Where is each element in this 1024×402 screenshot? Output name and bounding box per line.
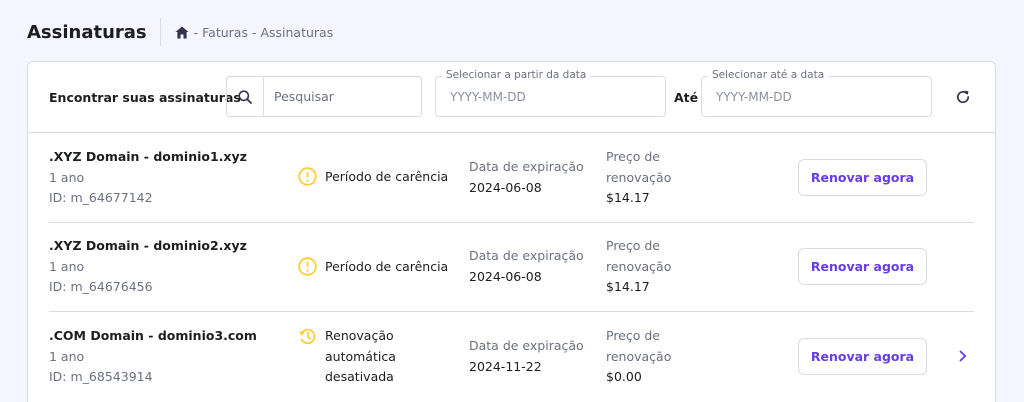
status-line: automática	[325, 348, 396, 364]
subscription-row: .XYZ Domain - dominio1.xyz 1 ano ID: m_6…	[49, 133, 974, 223]
domain-cell: .XYZ Domain - dominio2.xyz 1 ano ID: m_6…	[49, 236, 247, 298]
expiration-label: Data de expiração	[469, 159, 584, 174]
breadcrumb-assinaturas: - Assinaturas	[251, 24, 334, 40]
price-cell: Preço de renovação $0.00	[606, 326, 671, 388]
domain-id: ID: m_64676456	[49, 279, 153, 294]
header-divider	[159, 18, 161, 46]
breadcrumb: - Faturas - Assinaturas	[175, 24, 334, 40]
renew-button[interactable]: Renovar agora	[798, 159, 927, 196]
date-from-label: Selecionar a partir da data	[442, 69, 591, 81]
price-label: Preço de	[606, 328, 660, 343]
expiration-cell: Data de expiração 2024-06-08	[469, 246, 584, 287]
date-to-field[interactable]: Selecionar até a data	[701, 69, 932, 117]
filter-label: Encontrar suas assinaturas	[49, 90, 241, 105]
subscription-row: .COM Domain - dominio3.com 1 ano ID: m_6…	[49, 312, 974, 402]
filter-bar: Encontrar suas assinaturas Selecionar a …	[28, 62, 995, 133]
domain-name: .COM Domain - dominio3.com	[49, 328, 257, 343]
expiration-date: 2024-11-22	[469, 358, 542, 374]
domain-period: 1 ano	[49, 258, 85, 274]
renew-button[interactable]: Renovar agora	[798, 338, 927, 375]
status-cell: Período de carência	[298, 167, 448, 188]
status-line: desativada	[325, 369, 394, 384]
domain-name: .XYZ Domain - dominio2.xyz	[49, 238, 247, 253]
history-icon	[299, 328, 316, 345]
renew-button[interactable]: Renovar agora	[798, 248, 927, 285]
status-text: Período de carência	[325, 169, 449, 184]
expiration-date: 2024-06-08	[469, 179, 542, 195]
domain-id: ID: m_68543914	[49, 369, 153, 384]
price-label-2: renovação	[606, 169, 672, 185]
status-cell: Período de carência	[298, 257, 448, 278]
price-label: Preço de	[606, 149, 660, 164]
expiration-cell: Data de expiração 2024-06-08	[469, 157, 584, 198]
price-value: $14.17	[606, 190, 650, 205]
chevron-right-icon[interactable]	[955, 346, 971, 366]
price-value: $0.00	[606, 369, 642, 384]
refresh-icon[interactable]	[952, 86, 974, 108]
price-label-2: renovação	[606, 258, 672, 274]
domain-period: 1 ano	[49, 169, 85, 185]
warning-circle-icon	[298, 257, 317, 276]
search-input[interactable]	[264, 77, 414, 116]
warning-circle-icon	[298, 167, 317, 186]
expiration-date: 2024-06-08	[469, 268, 542, 284]
subscription-row: .XYZ Domain - dominio2.xyz 1 ano ID: m_6…	[49, 222, 974, 312]
search-box[interactable]	[226, 76, 422, 117]
date-to-input[interactable]	[702, 77, 931, 116]
search-icon	[227, 77, 264, 116]
home-icon[interactable]	[175, 26, 189, 39]
expiration-cell: Data de expiração 2024-11-22	[469, 336, 584, 377]
price-label: Preço de	[606, 238, 660, 253]
price-label-2: renovação	[606, 348, 672, 364]
date-from-input[interactable]	[436, 77, 665, 116]
page-title: Assinaturas	[27, 21, 147, 43]
price-cell: Preço de renovação $14.17	[606, 147, 671, 209]
status-text: Período de carência	[325, 259, 449, 274]
expiration-label: Data de expiração	[469, 248, 584, 263]
status-cell: Renovação automática desativada	[298, 326, 396, 388]
expiration-label: Data de expiração	[469, 338, 584, 353]
status-text: Renovação automática desativada	[325, 326, 396, 388]
date-from-field[interactable]: Selecionar a partir da data	[435, 69, 666, 117]
until-label: Até	[674, 90, 699, 105]
status-line: Renovação	[325, 328, 394, 343]
price-value: $14.17	[606, 279, 650, 294]
domain-name: .XYZ Domain - dominio1.xyz	[49, 149, 247, 164]
domain-cell: .COM Domain - dominio3.com 1 ano ID: m_6…	[49, 326, 257, 388]
date-to-label: Selecionar até a data	[708, 69, 829, 81]
domain-id: ID: m_64677142	[49, 190, 153, 205]
breadcrumb-faturas[interactable]: - Faturas	[194, 25, 248, 40]
domain-cell: .XYZ Domain - dominio1.xyz 1 ano ID: m_6…	[49, 147, 247, 209]
price-cell: Preço de renovação $14.17	[606, 236, 671, 298]
subscriptions-card: Encontrar suas assinaturas Selecionar a …	[27, 61, 996, 402]
domain-period: 1 ano	[49, 348, 85, 364]
page-header: Assinaturas - Faturas - Assinaturas	[27, 18, 333, 46]
